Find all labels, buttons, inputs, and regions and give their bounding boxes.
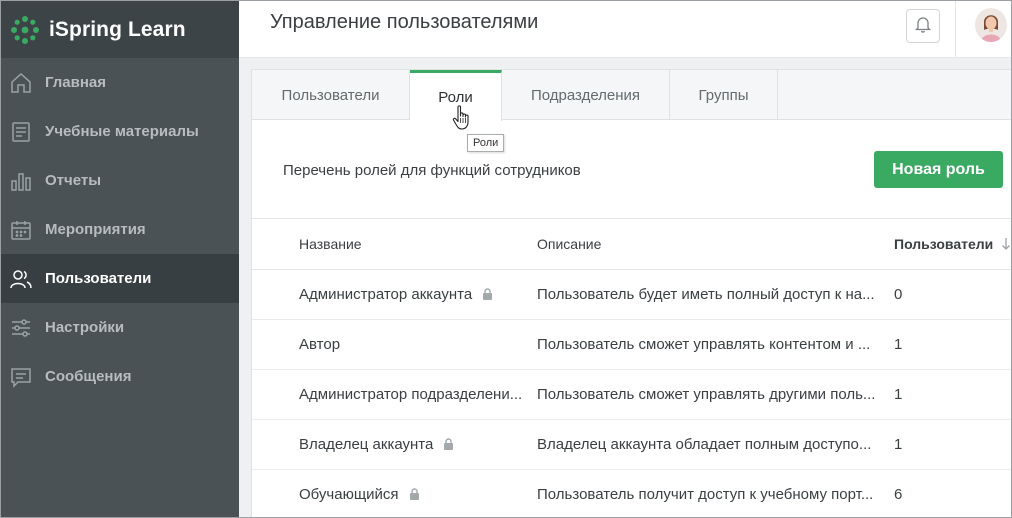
table-row[interactable]: Администратор подразделени... Пользовате… xyxy=(252,370,1011,420)
content-area: Пользователи Роли Подразделения Группы Р… xyxy=(239,58,1011,517)
roles-table: Название Описание Пользователи Администр… xyxy=(252,218,1011,517)
role-users-count: 1 xyxy=(894,386,903,403)
role-name-cell: Администратор аккаунта xyxy=(299,286,527,304)
role-name: Администратор подразделени... xyxy=(299,386,523,403)
sidebar-item-label: Сообщения xyxy=(45,368,132,385)
header-divider xyxy=(955,1,956,58)
role-name-cell: Обучающийся xyxy=(299,486,527,504)
lock-icon xyxy=(482,287,493,304)
app-name: iSpring Learn xyxy=(49,17,186,41)
sidebar-item-events[interactable]: Мероприятия xyxy=(1,205,239,254)
table-row[interactable]: Автор Пользователь сможет управлять конт… xyxy=(252,320,1011,370)
sidebar-item-label: Пользователи xyxy=(45,270,152,287)
role-users-count: 0 xyxy=(894,286,903,303)
tab-groups[interactable]: Группы xyxy=(670,70,778,120)
courses-icon xyxy=(9,120,33,144)
sidebar-item-label: Главная xyxy=(45,74,107,91)
role-description: Пользователь будет иметь полный доступ к… xyxy=(537,286,875,303)
column-header-description[interactable]: Описание xyxy=(537,236,885,252)
role-name: Обучающийся xyxy=(299,486,399,503)
table-row[interactable]: Владелец аккаунта Владелец аккаунта обла… xyxy=(252,420,1011,470)
reports-icon xyxy=(9,169,33,193)
sidebar-item-courses[interactable]: Учебные материалы xyxy=(1,107,239,156)
sidebar-item-label: Мероприятия xyxy=(45,221,146,238)
role-description: Пользователь сможет управлять другими по… xyxy=(537,386,876,403)
roles-card: Пользователи Роли Подразделения Группы Р… xyxy=(251,69,1011,517)
calendar-icon xyxy=(9,218,33,242)
hand-cursor-icon xyxy=(452,105,472,136)
table-header: Название Описание Пользователи xyxy=(252,218,1011,270)
messages-icon xyxy=(9,365,33,389)
users-icon xyxy=(9,267,33,291)
role-name-cell: Владелец аккаунта xyxy=(299,436,527,454)
sidebar-item-messages[interactable]: Сообщения xyxy=(1,352,239,401)
sort-arrow-icon[interactable] xyxy=(1001,237,1011,254)
sidebar-item-label: Отчеты xyxy=(45,172,102,189)
column-header-users[interactable]: Пользователи xyxy=(894,236,993,252)
role-users-count: 6 xyxy=(894,486,903,503)
bell-icon xyxy=(914,15,932,38)
sidebar: iSpring Learn Главная Учебные материалы … xyxy=(1,1,239,517)
app-window: iSpring Learn Главная Учебные материалы … xyxy=(0,0,1012,518)
role-users-count: 1 xyxy=(894,336,903,353)
tab-bar: Пользователи Роли Подразделения Группы xyxy=(252,70,1011,121)
ispring-logo-icon xyxy=(10,15,40,45)
column-header-name[interactable]: Название xyxy=(299,236,527,252)
role-users-count: 1 xyxy=(894,436,903,453)
settings-icon xyxy=(9,316,33,340)
tab-departments[interactable]: Подразделения xyxy=(502,70,670,120)
sidebar-item-label: Учебные материалы xyxy=(45,123,199,140)
table-row[interactable]: Администратор аккаунта Пользователь буде… xyxy=(252,270,1011,320)
sidebar-item-home[interactable]: Главная xyxy=(1,58,239,107)
role-description: Пользователь получит доступ к учебному п… xyxy=(537,486,874,503)
notifications-button[interactable] xyxy=(906,9,940,43)
new-role-button[interactable]: Новая роль xyxy=(874,151,1003,188)
avatar[interactable] xyxy=(975,8,1007,42)
table-row[interactable]: Обучающийся Пользователь получит доступ … xyxy=(252,470,1011,517)
header: Управление пользователями xyxy=(239,1,1011,58)
role-description: Пользователь сможет управлять контентом … xyxy=(537,336,871,353)
tab-users[interactable]: Пользователи xyxy=(252,70,410,120)
lock-icon xyxy=(443,437,454,454)
role-name: Администратор аккаунта xyxy=(299,286,473,303)
role-description: Владелец аккаунта обладает полным доступ… xyxy=(537,436,872,453)
home-icon xyxy=(9,71,33,95)
sidebar-nav: Главная Учебные материалы Отчеты Меропри… xyxy=(1,58,239,401)
lock-icon xyxy=(409,487,420,504)
page-title: Управление пользователями xyxy=(270,11,539,33)
tooltip: Роли xyxy=(467,134,505,152)
sidebar-item-reports[interactable]: Отчеты xyxy=(1,156,239,205)
role-name: Автор xyxy=(299,336,341,353)
page-subtitle: Перечень ролей для функций сотрудников xyxy=(283,162,581,179)
role-name: Владелец аккаунта xyxy=(299,436,434,453)
sidebar-item-settings[interactable]: Настройки xyxy=(1,303,239,352)
sidebar-item-users[interactable]: Пользователи xyxy=(1,254,239,303)
sidebar-item-label: Настройки xyxy=(45,319,125,336)
logo-bar[interactable]: iSpring Learn xyxy=(1,1,239,58)
